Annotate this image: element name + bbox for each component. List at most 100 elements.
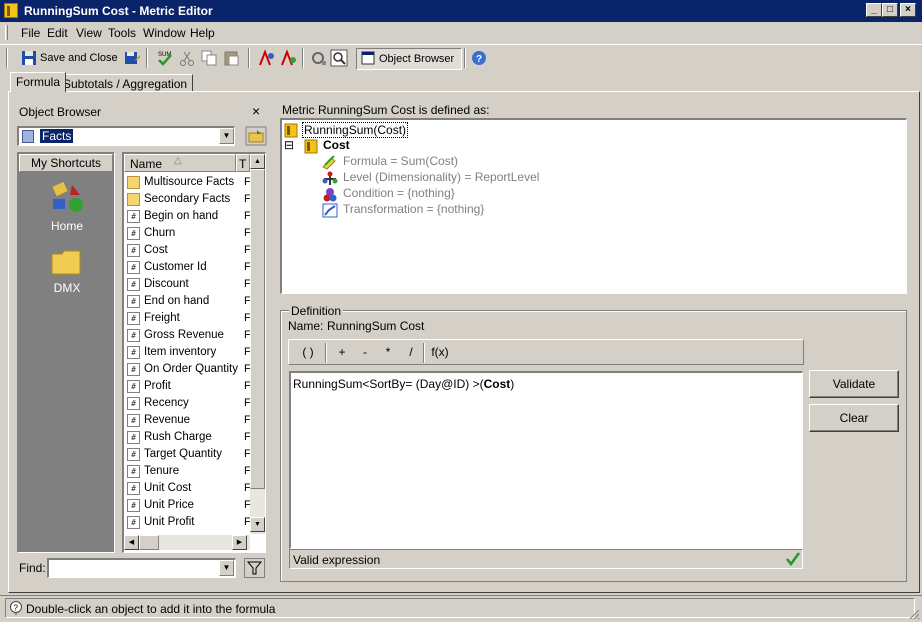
shortcut-home[interactable]: Home <box>38 181 96 236</box>
copy-icon[interactable] <box>200 49 218 67</box>
scroll-right-button[interactable]: ▶ <box>232 535 247 550</box>
parentheses-button[interactable]: ( ) <box>295 344 321 362</box>
property-formula[interactable]: Formula = Sum(Cost) <box>343 154 458 168</box>
tree-root-label[interactable]: RunningSum(Cost) <box>302 122 409 138</box>
list-item-name: Tenure <box>144 465 180 477</box>
resize-grip-icon[interactable] <box>908 608 920 620</box>
list-item[interactable]: # Begin on hand F <box>124 208 254 225</box>
scroll-up-button[interactable]: ▲ <box>250 154 265 169</box>
list-item[interactable]: # Discount F <box>124 276 254 293</box>
scroll-thumb[interactable] <box>250 169 265 489</box>
object-browser-toggle[interactable]: Object Browser <box>356 48 462 70</box>
column-header-name[interactable]: Name △ <box>124 154 236 172</box>
vertical-scrollbar[interactable]: ▲ ▼ <box>250 154 265 534</box>
list-item[interactable]: # Churn F <box>124 225 254 242</box>
maximize-button[interactable]: □ <box>882 3 898 17</box>
close-object-browser-button[interactable]: × <box>252 103 260 119</box>
list-item[interactable]: # Rush Charge F <box>124 429 254 446</box>
horizontal-scrollbar[interactable]: ◀ ▶ <box>124 535 250 550</box>
tree-child-cost[interactable]: Cost <box>323 138 350 152</box>
list-item-name: Secondary Facts <box>144 193 231 205</box>
find-input[interactable] <box>47 558 236 578</box>
list-item[interactable]: # Unit Cost F <box>124 480 254 497</box>
list-item[interactable]: # End on hand F <box>124 293 254 310</box>
my-shortcuts-header[interactable]: My Shortcuts <box>19 154 113 172</box>
minimize-button[interactable]: _ <box>866 3 882 17</box>
fact-icon: # <box>127 329 140 342</box>
list-item-name: Rush Charge <box>144 431 212 443</box>
svg-text:?: ? <box>14 604 19 613</box>
list-item[interactable]: # On Order Quantity F <box>124 361 254 378</box>
formula-editor[interactable]: RunningSum<SortBy= (Day@ID) >(Cost) <box>289 371 803 549</box>
multiply-button[interactable]: * <box>379 344 397 362</box>
save-and-close-button[interactable]: Save and Close <box>40 48 118 70</box>
tree-collapse-icon[interactable]: ⊟ <box>284 138 294 152</box>
h-scroll-thumb[interactable] <box>139 535 159 550</box>
list-item[interactable]: # Cost F <box>124 242 254 259</box>
folder-combo[interactable]: Facts <box>17 126 235 146</box>
paste-icon[interactable] <box>222 49 240 67</box>
close-window-button[interactable]: × <box>900 3 916 17</box>
list-item[interactable]: # Target Quantity F <box>124 446 254 463</box>
replace-icon[interactable] <box>280 49 298 67</box>
function-button[interactable]: f(x) <box>427 344 453 362</box>
find-metric-icon[interactable] <box>258 49 276 67</box>
plus-button[interactable]: + <box>333 344 351 362</box>
menu-window[interactable]: Window <box>143 26 186 40</box>
column-header-type[interactable]: T <box>236 154 250 172</box>
list-item[interactable]: # Unit Profit F <box>124 514 254 531</box>
menu-help[interactable]: Help <box>190 26 215 40</box>
properties-icon[interactable] <box>310 49 328 67</box>
fact-icon <box>304 139 318 154</box>
shortcut-home-label: Home <box>50 219 83 233</box>
menu-tools[interactable]: Tools <box>108 26 136 40</box>
list-item[interactable]: # Freight F <box>124 310 254 327</box>
tab-formula[interactable]: Formula <box>10 72 67 92</box>
toolbar-separator <box>248 48 250 68</box>
list-item[interactable]: Multisource Facts F <box>124 174 254 191</box>
list-item-name: On Order Quantity <box>144 363 238 375</box>
clear-button[interactable]: Clear <box>809 404 899 432</box>
menu-file[interactable]: File <box>21 26 40 40</box>
tab-subtotals-aggregation[interactable]: Subtotals / Aggregation <box>57 74 194 92</box>
validate-button[interactable]: Validate <box>809 370 899 398</box>
find-dropdown-button[interactable]: ▼ <box>219 560 234 576</box>
property-transformation[interactable]: Transformation = {nothing} <box>343 202 484 216</box>
metric-definition-tree[interactable]: RunningSum(Cost) ⊟ Cost Formula = Sum(Co… <box>280 118 907 294</box>
filter-icon[interactable] <box>244 558 265 578</box>
list-item[interactable]: # Profit F <box>124 378 254 395</box>
toolbar-separator <box>146 48 148 68</box>
object-list[interactable]: Name △ T Multisource Facts F Secondary Fac… <box>122 152 266 553</box>
cut-icon[interactable] <box>178 49 196 67</box>
list-item[interactable]: # Recency F <box>124 395 254 412</box>
list-item[interactable]: # Item inventory F <box>124 344 254 361</box>
property-condition[interactable]: Condition = {nothing} <box>343 186 455 200</box>
scroll-down-button[interactable]: ▼ <box>250 517 265 532</box>
property-level[interactable]: Level (Dimensionality) = ReportLevel <box>343 170 539 184</box>
list-item[interactable]: # Customer Id F <box>124 259 254 276</box>
list-item[interactable]: # Unit Price F <box>124 497 254 514</box>
save-as-icon[interactable] <box>123 49 141 67</box>
shortcut-dmx-label: DMX <box>53 281 81 295</box>
list-item[interactable]: # Tenure F <box>124 463 254 480</box>
scroll-left-button[interactable]: ◀ <box>124 535 139 550</box>
minus-button[interactable]: - <box>356 344 374 362</box>
divide-button[interactable]: / <box>402 344 420 362</box>
valid-check-icon <box>786 552 800 566</box>
list-item[interactable]: # Revenue F <box>124 412 254 429</box>
folder-icon <box>51 250 81 275</box>
shortcut-dmx[interactable]: DMX <box>38 248 96 298</box>
folder-combo-dropdown-button[interactable]: ▼ <box>219 128 234 144</box>
menu-edit[interactable]: Edit <box>47 26 68 40</box>
formula-text-cost: Cost <box>483 377 511 391</box>
parent-folder-button[interactable] <box>245 126 267 146</box>
info-icon: ? <box>10 601 22 615</box>
search-icon[interactable] <box>330 49 348 67</box>
home-icon <box>52 181 83 212</box>
list-item[interactable]: # Gross Revenue F <box>124 327 254 344</box>
help-icon[interactable]: ? <box>470 49 488 67</box>
menu-view[interactable]: View <box>76 26 102 40</box>
sum-check-icon[interactable]: SUM <box>156 49 174 67</box>
list-item[interactable]: Secondary Facts F <box>124 191 254 208</box>
list-item-name: Freight <box>144 312 180 324</box>
